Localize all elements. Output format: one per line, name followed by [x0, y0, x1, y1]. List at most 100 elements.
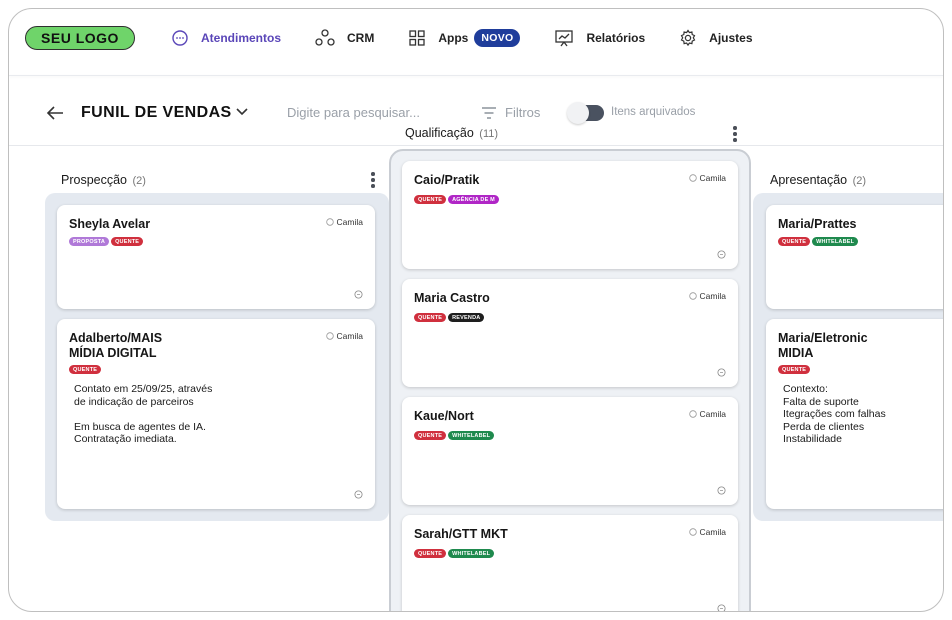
- nav-label-relatorios: Relatórios: [586, 31, 646, 45]
- column-menu-kebab-icon[interactable]: [371, 172, 375, 190]
- deal-card[interactable]: Adalberto/MAIS MÍDIA DIGITAL Camila QUEN…: [57, 319, 375, 509]
- column-header-apresentacao: Apresentação (2): [770, 173, 866, 187]
- card-owner: Camila: [325, 331, 363, 341]
- comment-icon[interactable]: [354, 490, 363, 499]
- tag-whitelabel: WHITELABEL: [448, 549, 495, 558]
- deal-card[interactable]: Sarah/GTT MKT Camila QUENTE WHITELABEL: [402, 515, 738, 612]
- card-name: Kaue/Nort: [414, 409, 474, 423]
- card-name: Caio/Pratik: [414, 173, 480, 187]
- card-tags: QUENTE REVENDA: [414, 313, 485, 322]
- column-title: Apresentação: [770, 173, 848, 187]
- deal-card[interactable]: Maria/Eletronic MIDIA QUENTE Contexto: F…: [766, 319, 943, 509]
- tag-quente: QUENTE: [414, 431, 447, 440]
- nav-item-relatorios[interactable]: Relatórios: [554, 29, 645, 47]
- owner-name: Camila: [699, 527, 726, 537]
- user-icon: [325, 218, 334, 226]
- comment-icon[interactable]: [717, 250, 726, 259]
- card-description: Contexto: Falta de suporte Itegrações co…: [783, 383, 886, 445]
- filters-button[interactable]: Filtros: [481, 105, 540, 120]
- column-count: (2): [132, 175, 146, 187]
- column-title: Prospecção: [61, 173, 128, 187]
- deal-card[interactable]: Maria Castro Camila QUENTE REVENDA: [402, 279, 738, 387]
- tag-quente: QUENTE: [111, 237, 144, 246]
- app-window: SEU LOGO Atendimentos CRM Apps NOVO Rela…: [8, 8, 944, 612]
- card-tags: QUENTE: [69, 365, 102, 374]
- owner-name: Camila: [699, 291, 726, 301]
- card-name: Adalberto/MAIS MÍDIA DIGITAL: [69, 331, 163, 360]
- nav-label-atendimentos: Atendimentos: [201, 31, 282, 45]
- deal-card[interactable]: Kaue/Nort Camila QUENTE WHITELABEL: [402, 397, 738, 505]
- comment-icon[interactable]: [717, 368, 726, 377]
- column-title: Qualificação: [405, 126, 474, 140]
- apps-grid-icon: [409, 30, 425, 46]
- nav-item-crm[interactable]: CRM: [315, 29, 374, 47]
- card-owner: Camila: [688, 291, 726, 301]
- deal-card[interactable]: Caio/Pratik Camila QUENTE AGÊNCIA DE M: [402, 161, 738, 269]
- tag-quente: QUENTE: [778, 365, 811, 374]
- tag-quente: QUENTE: [414, 549, 447, 558]
- chart-icon: [555, 30, 574, 47]
- search-input[interactable]: [287, 105, 457, 120]
- toggle-knob: [567, 102, 589, 124]
- column-header-prospeccao: Prospecção (2): [61, 173, 146, 187]
- comment-icon[interactable]: [717, 486, 726, 495]
- archived-toggle[interactable]: [567, 102, 604, 124]
- crm-nodes-icon: [315, 29, 335, 46]
- gear-icon: [680, 29, 696, 47]
- deal-card[interactable]: Maria/Prattes QUENTE WHITELABEL: [766, 205, 943, 309]
- card-owner: Camila: [688, 409, 726, 419]
- column-count: (11): [479, 128, 499, 140]
- column-menu-kebab-icon[interactable]: [733, 126, 737, 144]
- top-nav: SEU LOGO Atendimentos CRM Apps NOVO Rela…: [9, 9, 943, 67]
- card-owner: Camila: [325, 217, 363, 227]
- nav-label-crm: CRM: [347, 31, 375, 45]
- column-count: (2): [852, 175, 867, 187]
- card-tags: QUENTE AGÊNCIA DE M: [414, 195, 499, 204]
- owner-name: Camila: [336, 217, 363, 227]
- nav-label-ajustes: Ajustes: [709, 31, 753, 45]
- chat-icon: [172, 30, 188, 46]
- column-header-qualificacao: Qualificação (11): [405, 126, 498, 140]
- nav-item-atendimentos[interactable]: Atendimentos: [171, 29, 281, 47]
- filters-label: Filtros: [505, 105, 541, 120]
- comment-icon[interactable]: [717, 604, 726, 612]
- tag-quente: QUENTE: [778, 237, 811, 246]
- tag-proposta: PROPOSTA: [69, 237, 110, 246]
- owner-name: Camila: [336, 331, 363, 341]
- card-name: Maria Castro: [414, 291, 490, 305]
- tag-whitelabel: WHITELABEL: [812, 237, 859, 246]
- archived-label: Itens arquivados: [611, 106, 696, 118]
- card-name: Sheyla Avelar: [69, 217, 151, 231]
- tag-whitelabel: WHITELABEL: [448, 431, 495, 440]
- card-owner: Camila: [688, 173, 726, 183]
- user-icon: [688, 410, 697, 418]
- user-icon: [325, 332, 334, 340]
- card-tags: QUENTE WHITELABEL: [414, 431, 495, 440]
- tag-agencia: AGÊNCIA DE M: [448, 195, 499, 204]
- deal-card[interactable]: Sheyla Avelar Camila PROPOSTA QUENTE: [57, 205, 375, 309]
- tag-quente: QUENTE: [414, 313, 447, 322]
- chevron-down-icon[interactable]: [235, 107, 249, 117]
- comment-icon[interactable]: [354, 290, 363, 299]
- nav-item-ajustes[interactable]: Ajustes: [679, 29, 753, 47]
- new-badge: NOVO: [474, 29, 521, 47]
- toolbar-divider: [9, 145, 943, 146]
- nav-divider: [9, 75, 943, 76]
- card-owner: Camila: [688, 527, 726, 537]
- tag-quente: QUENTE: [69, 365, 102, 374]
- back-arrow-icon[interactable]: [45, 105, 65, 121]
- card-description: Contato em 25/09/25, através de indicaçã…: [74, 383, 213, 445]
- user-icon: [688, 528, 697, 536]
- nav-label-apps: Apps: [438, 31, 469, 45]
- user-icon: [688, 174, 697, 182]
- card-tags: QUENTE WHITELABEL: [414, 549, 495, 558]
- card-tags: PROPOSTA QUENTE: [69, 237, 144, 246]
- owner-name: Camila: [699, 409, 726, 419]
- tag-quente: QUENTE: [414, 195, 447, 204]
- logo[interactable]: SEU LOGO: [25, 26, 135, 50]
- card-name: Maria/Prattes: [778, 217, 857, 231]
- card-tags: QUENTE WHITELABEL: [778, 237, 859, 246]
- filter-icon: [482, 106, 496, 119]
- funnel-title[interactable]: FUNIL DE VENDAS: [81, 104, 232, 122]
- nav-item-apps[interactable]: Apps NOVO: [408, 29, 521, 47]
